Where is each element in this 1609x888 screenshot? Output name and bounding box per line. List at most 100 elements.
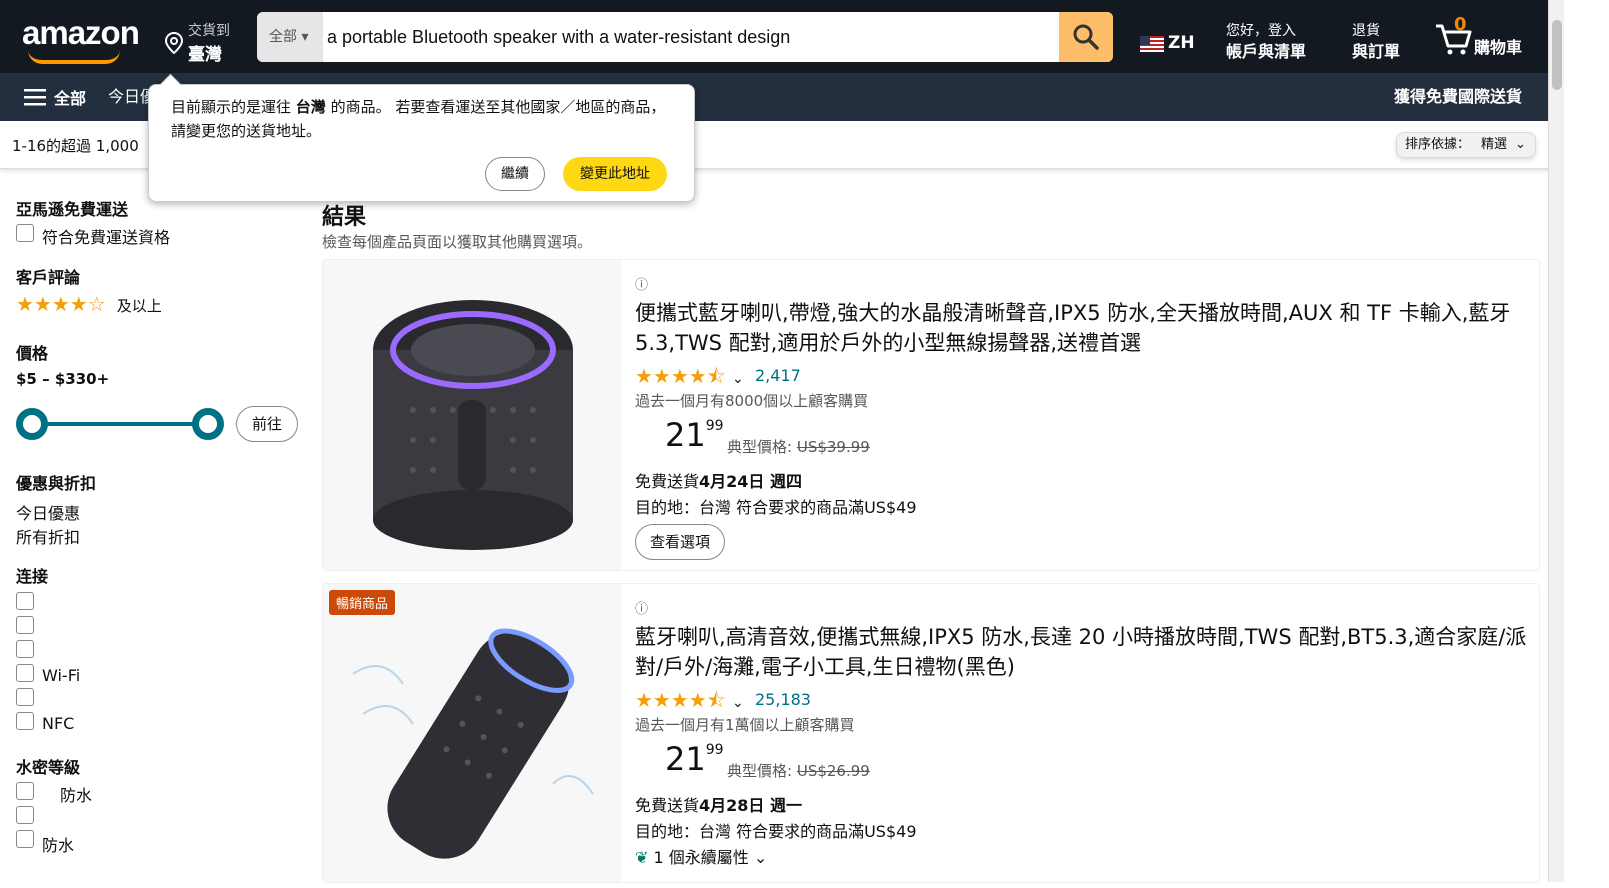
connectivity-checkbox[interactable]	[16, 688, 34, 706]
typical-price: 典型價格: US$26.99	[727, 760, 870, 781]
connectivity-checkbox[interactable]	[16, 712, 34, 730]
product-image[interactable]: 暢銷商品	[323, 584, 621, 882]
cart-button[interactable]: 0 購物車	[1418, 8, 1536, 66]
chevron-down-icon: ▾	[301, 29, 309, 45]
sponsored-info-icon[interactable]: ⓘ	[635, 274, 648, 293]
sponsored-info-icon[interactable]: ⓘ	[635, 598, 648, 617]
returns-label: 退貨	[1352, 23, 1380, 39]
see-options-button[interactable]: 查看選項	[635, 524, 725, 560]
search-category-label: 全部	[269, 29, 297, 45]
top-nav-bar: amazon 交貨到 臺灣 全部 ▾ ZH 您好，登入 帳戶與清單 退貨 與訂單…	[0, 0, 1609, 73]
water-resistance-label[interactable]: 防水	[42, 832, 74, 856]
price-range: $5 – $330+	[16, 370, 110, 388]
connectivity-checkbox[interactable]	[16, 616, 34, 634]
shipping-info: 免費送貨4月24日 週四	[635, 468, 802, 492]
change-address-button[interactable]: 變更此地址	[563, 157, 667, 191]
account-lists[interactable]: 您好，登入 帳戶與清單	[1216, 8, 1320, 66]
language-code: ZH	[1168, 33, 1195, 53]
account-label: 帳戶與清單	[1226, 42, 1307, 61]
product-price[interactable]: 2199	[665, 740, 724, 778]
water-resistance-checkbox[interactable]	[16, 830, 34, 848]
free-shipping-checkbox[interactable]	[16, 224, 34, 242]
results-count: 1-16的超過 1,000	[12, 137, 139, 155]
product-title-link[interactable]: 藍牙喇叭,高清音效,便攜式無線,IPX5 防水,長達 20 小時播放時間,TWS…	[635, 622, 1535, 682]
typical-price-label: 典型價格:	[727, 438, 793, 456]
connectivity-checkbox[interactable]	[16, 664, 34, 682]
search-input[interactable]	[327, 17, 1057, 57]
prime-shipping-heading: 亞馬遜免費運送	[16, 200, 129, 219]
bought-count: 過去一個月有8000個以上顧客購買	[635, 392, 869, 410]
sort-dropdown[interactable]: 排序依據： 精選 ⌄	[1396, 132, 1536, 158]
sustainability-label: 1 個永續屬性	[653, 848, 749, 867]
product-card: 暢銷商品 ⓘ 藍牙喇叭,高清音效,便攜式無線,IPX5 防水,長達 20 小時播…	[322, 583, 1540, 883]
connectivity-checkbox[interactable]	[16, 640, 34, 658]
typical-price-value: US$39.99	[796, 438, 870, 456]
search-icon	[1073, 24, 1099, 50]
returns-orders[interactable]: 退貨 與訂單	[1340, 8, 1412, 66]
results-subtitle: 檢查每個產品頁面以獲取其他購買選項。	[322, 233, 593, 251]
water-resistance-heading: 水密等級	[16, 758, 81, 777]
connectivity-checkbox[interactable]	[16, 592, 34, 610]
scrollbar-thumb[interactable]	[1552, 20, 1562, 90]
page-scrollbar[interactable]	[1548, 0, 1564, 882]
shipping-prefix: 免費送貨	[635, 796, 700, 815]
price-slider	[16, 406, 226, 442]
product-price[interactable]: 2199	[665, 416, 724, 454]
water-resistance-checkbox[interactable]	[16, 806, 34, 824]
speaker-image-icon	[373, 300, 573, 550]
sustainability-features-link[interactable]: ❦ 1 個永續屬性 ⌄	[635, 844, 767, 868]
connectivity-heading: 连接	[16, 567, 49, 586]
filter-sidebar: 亞馬遜免費運送 符合免費運送資格 客戶評論 ★★★★☆ 及以上 價格 $5 – …	[0, 170, 310, 882]
todays-deals-filter[interactable]: 今日優惠	[16, 500, 80, 524]
free-shipping-label[interactable]: 符合免費運送資格	[42, 224, 170, 248]
rating-stars-icon: ★★★★☆	[16, 292, 106, 316]
destination-info: 目的地：台灣 符合要求的商品滿US$49	[635, 498, 917, 517]
delivery-location-popover: 目前顯示的是運往 台灣 的商品。 若要查看運送至其他國家／地區的商品，請變更您的…	[148, 84, 695, 202]
product-card: ⓘ 便攜式藍牙喇叭,帶燈,強大的水晶般清晰聲音,IPX5 防水,全天播放時間,A…	[322, 259, 1540, 571]
price-slider-max-handle[interactable]	[192, 408, 224, 440]
price-go-button[interactable]: 前往	[236, 406, 298, 442]
deliver-country: 臺灣	[188, 45, 222, 65]
continue-button[interactable]: 繼續	[485, 157, 545, 191]
connectivity-label-wifi[interactable]: Wi-Fi	[42, 666, 80, 685]
leaf-icon: ❦	[635, 848, 649, 867]
deals-heading: 優惠與折扣	[16, 474, 97, 493]
us-flag-icon	[1140, 36, 1164, 52]
all-menu-label: 全部	[54, 89, 87, 108]
water-resistance-checkbox[interactable]	[16, 782, 34, 800]
customer-review-heading: 客戶評論	[16, 268, 81, 287]
popover-message: 目前顯示的是運往 台灣 的商品。 若要查看運送至其他國家／地區的商品，請變更您的…	[171, 95, 671, 143]
bought-count: 過去一個月有1萬個以上顧客購買	[635, 716, 855, 734]
sort-label: 排序依據：	[1405, 137, 1471, 152]
price-slider-min-handle[interactable]	[16, 408, 48, 440]
speaker-image-icon	[352, 628, 594, 859]
amazon-logo[interactable]: amazon	[14, 8, 154, 66]
deliver-to-location[interactable]: 交貨到 臺灣	[158, 8, 244, 66]
four-stars-and-up-filter[interactable]: ★★★★☆ 及以上	[16, 292, 162, 316]
shipping-prefix: 免費送貨	[635, 472, 700, 491]
search-button[interactable]	[1059, 12, 1113, 62]
logo-text: amazon	[22, 14, 140, 51]
search-category-select[interactable]: 全部 ▾	[257, 12, 323, 62]
review-count-link[interactable]: 2,417	[755, 366, 801, 385]
typical-price: 典型價格: US$39.99	[727, 436, 870, 457]
price-whole: 21	[665, 740, 706, 778]
connectivity-label-nfc[interactable]: NFC	[42, 714, 74, 733]
product-image[interactable]	[323, 260, 621, 570]
shipping-info: 免費送貨4月28日 週一	[635, 792, 802, 816]
chevron-down-icon: ⌄	[753, 848, 768, 867]
chevron-down-icon: ⌄	[732, 695, 744, 711]
search-bar: 全部 ▾	[257, 12, 1113, 62]
all-discounts-filter[interactable]: 所有折扣	[16, 524, 80, 548]
popover-message-pre: 目前顯示的是運往	[171, 98, 296, 116]
language-selector[interactable]: ZH	[1136, 8, 1195, 66]
right-margin	[1564, 0, 1609, 882]
water-resistance-label[interactable]: 防水	[60, 782, 92, 806]
free-intl-shipping-link[interactable]: 獲得免費國際送貨	[1380, 81, 1536, 113]
destination-info: 目的地：台灣 符合要求的商品滿US$49	[635, 822, 917, 841]
chevron-down-icon: ⌄	[1515, 137, 1526, 152]
product-title-link[interactable]: 便攜式藍牙喇叭,帶燈,強大的水晶般清晰聲音,IPX5 防水,全天播放時間,AUX…	[635, 298, 1535, 358]
price-heading: 價格	[16, 344, 49, 363]
all-menu-button[interactable]: 全部	[12, 81, 96, 113]
review-count-link[interactable]: 25,183	[755, 690, 811, 709]
